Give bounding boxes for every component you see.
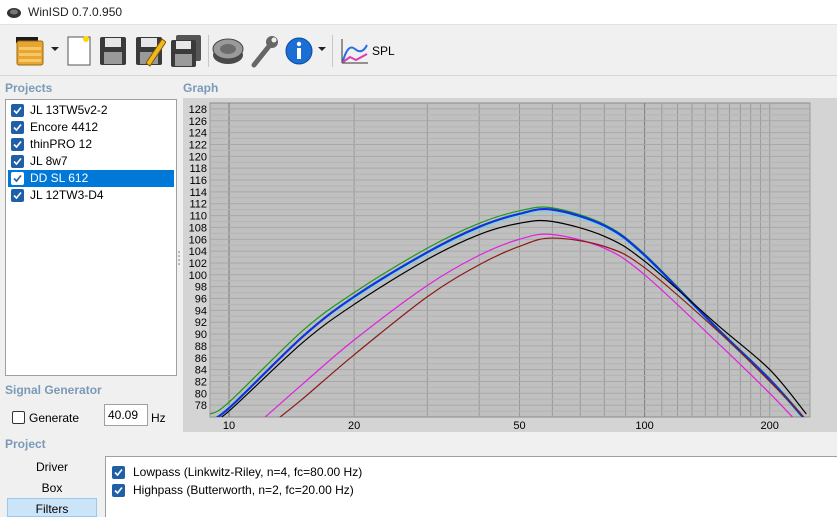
y-tick-label: 128 <box>189 104 207 116</box>
x-tick-label: 20 <box>348 420 360 432</box>
y-tick-label: 94 <box>195 305 207 317</box>
y-tick-label: 122 <box>189 139 207 151</box>
generate-checkbox[interactable] <box>12 411 25 424</box>
frequency-input[interactable] <box>104 404 148 426</box>
y-tick-label: 98 <box>195 282 207 294</box>
toolbar: SPL <box>0 24 837 76</box>
y-tick-label: 108 <box>189 222 207 234</box>
open-dropdown-arrow[interactable] <box>51 47 59 51</box>
y-tick-label: 86 <box>195 353 207 365</box>
checkbox-checked-icon[interactable] <box>11 189 24 202</box>
y-tick-label: 100 <box>189 270 207 282</box>
open-project-button[interactable] <box>14 33 48 69</box>
tools-button[interactable] <box>248 33 280 69</box>
y-tick-label: 116 <box>189 175 207 187</box>
y-tick-label: 82 <box>195 376 207 388</box>
info-dropdown-arrow[interactable] <box>318 47 326 51</box>
app-speaker-icon <box>7 8 21 18</box>
spl-graph[interactable]: 78 80 82 84 86 88 90 92 94 96 98 100 102 104 106 108 110… <box>183 98 837 432</box>
project-label: JL 12TW3-D4 <box>30 188 104 202</box>
checkbox-checked-icon[interactable] <box>112 466 125 479</box>
y-tick-label: 120 <box>189 151 207 163</box>
save-button[interactable] <box>98 33 128 69</box>
project-item[interactable]: JL 12TW3-D4 <box>8 187 174 204</box>
y-tick-label: 112 <box>189 199 207 211</box>
new-project-button[interactable] <box>66 33 92 69</box>
wrench-icon <box>251 36 278 68</box>
checkbox-checked-icon[interactable] <box>11 138 24 151</box>
spl-chart[interactable]: 7880828486889092949698100102104106108110… <box>183 98 837 432</box>
toolbar-separator <box>208 35 209 67</box>
y-tick-label: 114 <box>189 187 207 199</box>
filter-label: Lowpass (Linkwitz-Riley, n=4, fc=80.00 H… <box>133 465 363 479</box>
project-heading: Project <box>5 437 46 451</box>
y-tick-label: 102 <box>189 258 207 270</box>
checkbox-checked-icon[interactable] <box>11 121 24 134</box>
save-all-button[interactable] <box>169 33 203 69</box>
project-item[interactable]: JL 8w7 <box>8 153 174 170</box>
y-tick-label: 80 <box>195 388 207 400</box>
spl-graph-icon <box>341 39 368 64</box>
project-label: JL 13TW5v2-2 <box>30 103 108 117</box>
y-tick-label: 124 <box>189 128 207 140</box>
y-tick-label: 90 <box>195 329 207 341</box>
y-tick-label: 96 <box>195 294 207 306</box>
tab-driver[interactable]: Driver <box>7 457 97 476</box>
y-tick-label: 110 <box>189 211 207 223</box>
y-tick-label: 104 <box>189 246 207 258</box>
project-item[interactable]: JL 13TW5v2-2 <box>8 102 174 119</box>
new-document-icon <box>67 36 91 66</box>
tab-filters[interactable]: Filters <box>7 498 97 517</box>
window-title: WinISD 0.7.0.950 <box>28 5 123 19</box>
save-as-button[interactable] <box>134 33 167 69</box>
projects-list[interactable]: JL 13TW5v2-2 Encore 4412 thinPRO 12 JL 8w7 D… <box>5 99 177 376</box>
speaker-icon <box>212 38 244 64</box>
filter-label: Highpass (Butterworth, n=2, fc=20.00 Hz) <box>133 483 354 497</box>
info-icon <box>285 37 313 65</box>
frequency-unit: Hz <box>151 411 166 425</box>
floppy-disks-icon <box>171 35 201 67</box>
generate-label[interactable]: Generate <box>29 411 79 425</box>
project-item[interactable]: thinPRO 12 <box>8 136 174 153</box>
y-tick-label: 118 <box>189 163 207 175</box>
x-tick-label: 50 <box>513 420 525 432</box>
project-label: JL 8w7 <box>30 154 68 168</box>
project-label: thinPRO 12 <box>30 137 93 151</box>
floppy-disk-icon <box>100 37 126 65</box>
tab-box[interactable]: Box <box>7 478 97 497</box>
y-tick-label: 78 <box>195 400 207 412</box>
projects-heading: Projects <box>5 81 53 95</box>
signal-generator-heading: Signal Generator <box>5 383 102 397</box>
checkbox-checked-icon[interactable] <box>11 104 24 117</box>
checkbox-checked-icon[interactable] <box>112 484 125 497</box>
checkbox-checked-icon[interactable] <box>11 172 24 185</box>
spl-label[interactable]: SPL <box>372 44 395 58</box>
title-bar: WinISD 0.7.0.950 <box>0 0 837 24</box>
splitter-handle[interactable] <box>178 250 180 266</box>
project-label: Encore 4412 <box>30 120 99 134</box>
floppy-pencil-icon <box>136 37 167 67</box>
y-tick-label: 88 <box>195 341 207 353</box>
x-tick-label: 100 <box>635 420 653 432</box>
project-label: DD SL 612 <box>30 171 89 185</box>
toolbar-separator <box>332 35 333 67</box>
y-tick-label: 106 <box>189 234 207 246</box>
graph-heading: Graph <box>183 81 219 95</box>
x-tick-label: 10 <box>223 420 235 432</box>
spl-button[interactable] <box>338 33 370 69</box>
checkbox-checked-icon[interactable] <box>11 155 24 168</box>
folder-open-icon <box>16 37 44 66</box>
y-tick-label: 84 <box>195 365 207 377</box>
x-tick-label: 200 <box>761 420 779 432</box>
driver-editor-button[interactable] <box>211 33 245 69</box>
filters-list: Lowpass (Linkwitz-Riley, n=4, fc=80.00 H… <box>105 456 837 517</box>
project-item[interactable]: DD SL 612 <box>8 170 174 187</box>
y-tick-label: 92 <box>195 317 207 329</box>
y-tick-label: 126 <box>189 116 207 128</box>
project-item[interactable]: Encore 4412 <box>8 119 174 136</box>
info-button[interactable] <box>284 33 314 69</box>
